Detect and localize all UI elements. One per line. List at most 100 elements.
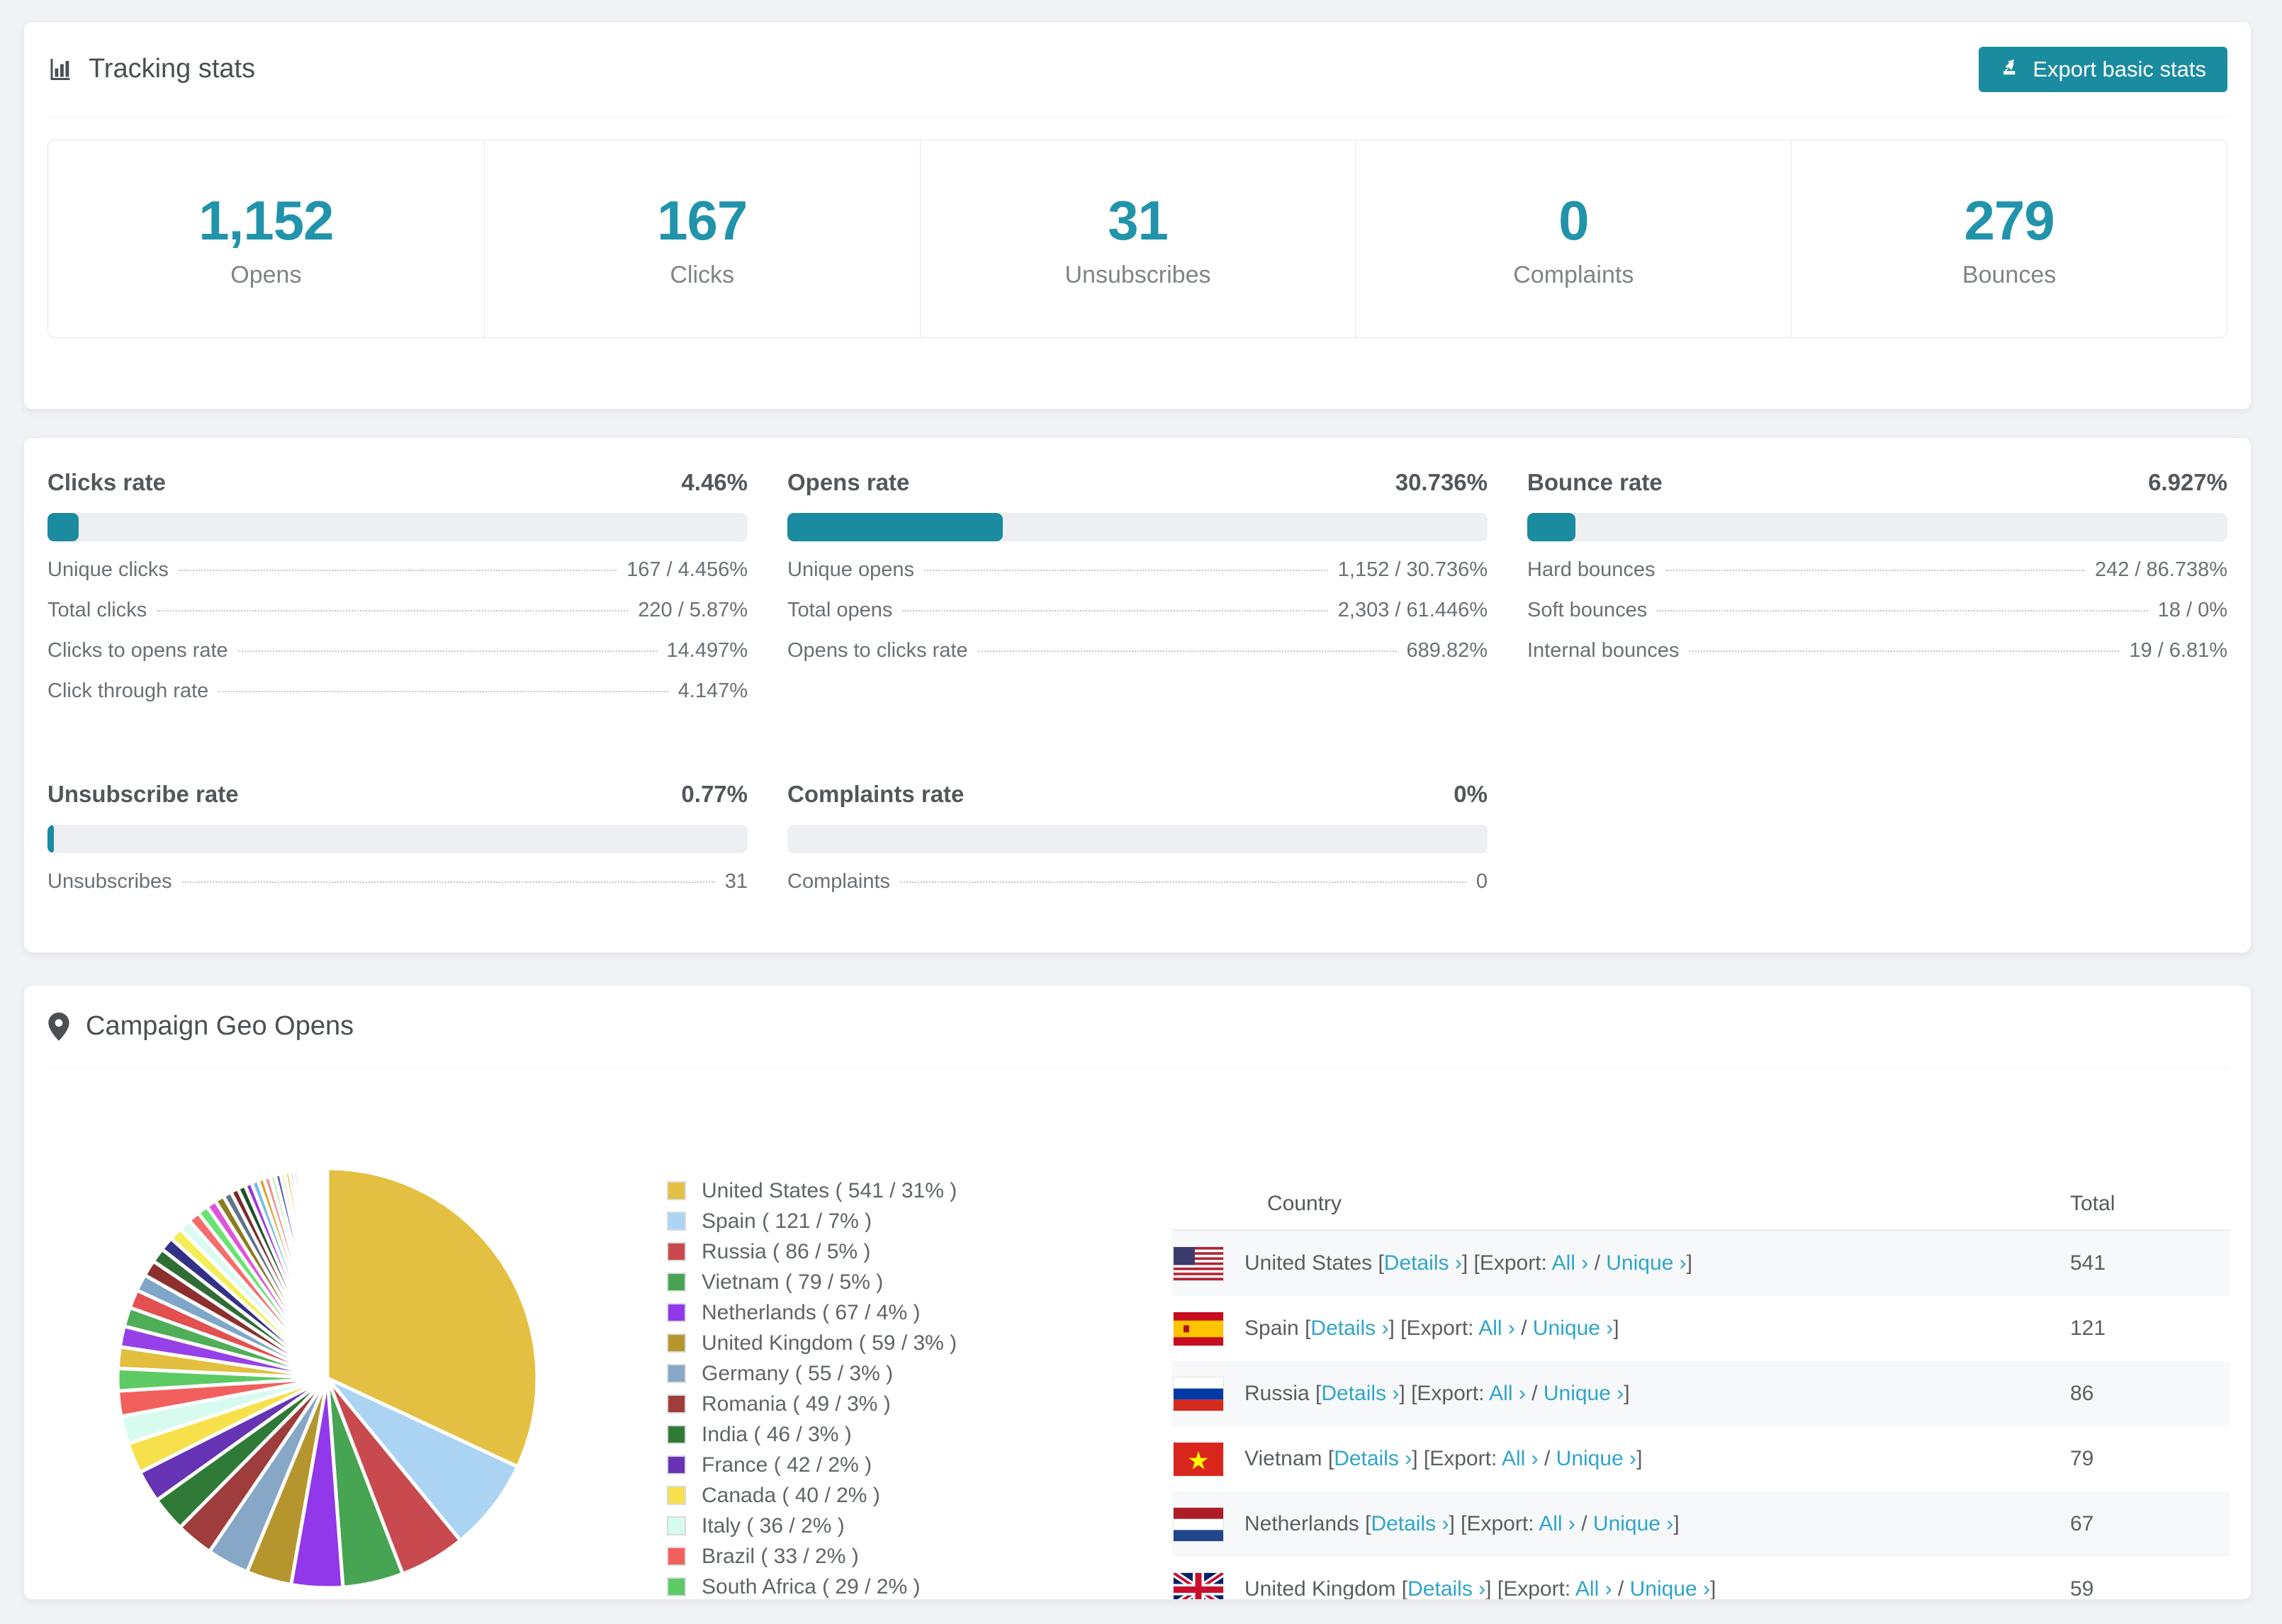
rates-grid: Clicks rate 4.46% Unique clicks 167 / 4.… <box>24 438 2251 910</box>
rate-progress-fill <box>47 513 79 541</box>
country-name: Spain <box>1244 1316 1299 1340</box>
details-link[interactable]: Details › <box>1371 1512 1449 1535</box>
rate-detail-value: 2,303 / 61.446% <box>1337 599 1488 621</box>
export-unique-link[interactable]: Unique › <box>1556 1447 1636 1470</box>
export-unique-link[interactable]: Unique › <box>1544 1382 1624 1405</box>
legend-label: Brazil ( 33 / 2% ) <box>702 1544 859 1568</box>
rate-detail-label: Total clicks <box>47 599 147 621</box>
rate-name: Opens rate <box>787 469 910 495</box>
legend-item: Russia ( 86 / 5% ) <box>667 1236 957 1267</box>
geo-table-row-vn: Vietnam [Details ›] [Export: All › / Uni… <box>1172 1426 2230 1492</box>
export-all-link[interactable]: All › <box>1478 1316 1515 1340</box>
details-link[interactable]: Details › <box>1310 1316 1388 1340</box>
export-all-link[interactable]: All › <box>1502 1447 1539 1470</box>
rate-name: Bounce rate <box>1527 469 1663 495</box>
rate-title-row: Unsubscribe rate 0.77% <box>47 780 748 808</box>
details-link[interactable]: Details › <box>1407 1577 1485 1599</box>
legend-label: South Africa ( 29 / 2% ) <box>702 1574 921 1598</box>
dotted-leader <box>1657 610 2148 611</box>
header-divider <box>47 116 2227 117</box>
details-link[interactable]: Details › <box>1321 1382 1399 1405</box>
summary-strip: 1,152 Opens 167 Clicks 31 Unsubscribes 0 Co… <box>47 140 2227 338</box>
legend-swatch <box>667 1303 686 1322</box>
legend-item: United States ( 541 / 31% ) <box>667 1175 957 1206</box>
geo-row-country-cell: Russia [Details ›] [Export: All › / Uniq… <box>1244 1382 1630 1405</box>
geo-pie-legend: United States ( 541 / 31% ) Spain ( 121 … <box>667 1175 957 1599</box>
geo-row-country-cell: United States [Details ›] [Export: All ›… <box>1244 1251 1692 1275</box>
rate-detail-value: 1,152 / 30.736% <box>1337 558 1488 581</box>
geo-row-total: 67 <box>2070 1512 2094 1535</box>
rate-detail-value: 220 / 5.87% <box>638 599 748 621</box>
rate-percent: 4.46% <box>681 469 748 495</box>
legend-item: Italy ( 36 / 2% ) <box>667 1511 957 1541</box>
export-all-link[interactable]: All › <box>1575 1577 1612 1599</box>
geo-table-row-nl: Netherlands [Details ›] [Export: All › /… <box>1172 1492 2230 1557</box>
geo-row-total: 79 <box>2070 1447 2094 1470</box>
rate-detail-rows: Unique opens 1,152 / 30.736% Total opens… <box>787 558 1488 680</box>
legend-item: France ( 42 / 2% ) <box>667 1450 957 1480</box>
country-name: United States <box>1244 1251 1373 1275</box>
rate-title-row: Clicks rate 4.46% <box>47 468 748 497</box>
map-pin-icon <box>47 1012 70 1041</box>
rate-detail-value: 689.82% <box>1406 639 1488 662</box>
rate-detail-row: Internal bounces 19 / 6.81% <box>1527 639 2227 680</box>
legend-swatch <box>667 1181 686 1200</box>
rate-percent: 0.77% <box>681 781 748 807</box>
export-all-link[interactable]: All › <box>1539 1512 1575 1535</box>
rate-detail-rows: Complaints 0 <box>787 870 1488 910</box>
summary-stat-opens: 1,152 Opens <box>48 140 484 337</box>
summary-value: 31 <box>1108 189 1169 252</box>
rate-detail-row: Unsubscribes 31 <box>47 870 748 910</box>
geo-table-row-es: Spain [Details ›] [Export: All › / Uniqu… <box>1172 1296 2230 1361</box>
geo-row-country-cell: Vietnam [Details ›] [Export: All › / Uni… <box>1244 1447 1643 1470</box>
details-link[interactable]: Details › <box>1384 1251 1462 1275</box>
rate-name: Unsubscribe rate <box>47 781 239 807</box>
export-basic-stats-button[interactable]: Export basic stats <box>1979 46 2227 92</box>
dotted-leader <box>178 570 617 571</box>
rate-block-clicks-rate: Clicks rate 4.46% Unique clicks 167 / 4.… <box>47 468 748 720</box>
export-icon <box>2000 56 2021 83</box>
rate-block-unsubscribe-rate: Unsubscribe rate 0.77% Unsubscribes 31 <box>47 780 748 910</box>
rate-detail-row: Opens to clicks rate 689.82% <box>787 639 1488 680</box>
geo-table-header: Country Total <box>1172 1178 2230 1229</box>
export-unique-link[interactable]: Unique › <box>1533 1316 1613 1340</box>
export-unique-link[interactable]: Unique › <box>1606 1251 1686 1275</box>
dotted-leader <box>923 570 1328 571</box>
legend-swatch <box>667 1577 686 1596</box>
export-prefix: Export: <box>1479 1251 1547 1275</box>
export-prefix: Export: <box>1466 1512 1534 1535</box>
export-unique-link[interactable]: Unique › <box>1593 1512 1673 1535</box>
export-all-link[interactable]: All › <box>1552 1251 1589 1275</box>
geo-table-row-gb: United Kingdom [Details ›] [Export: All … <box>1172 1557 2230 1600</box>
tracking-stats-title-text: Tracking stats <box>89 54 256 84</box>
page: { "theme": { "accent": "#1b8ba0", "numbe… <box>0 0 2282 1624</box>
rates-card: Clicks rate 4.46% Unique clicks 167 / 4.… <box>23 437 2252 953</box>
details-link[interactable]: Details › <box>1334 1447 1412 1470</box>
geo-title-text: Campaign Geo Opens <box>86 1011 354 1041</box>
rate-detail-row: Soft bounces 18 / 0% <box>1527 599 2227 639</box>
summary-stat-complaints: 0 Complaints <box>1355 140 1791 337</box>
export-unique-link[interactable]: Unique › <box>1630 1577 1710 1599</box>
rate-detail-value: 4.147% <box>678 680 748 702</box>
geo-row-country-cell: Netherlands [Details ›] [Export: All › /… <box>1244 1512 1680 1535</box>
rate-detail-label: Clicks to opens rate <box>47 639 228 662</box>
geo-row-total: 86 <box>2070 1382 2094 1405</box>
legend-label: Canada ( 40 / 2% ) <box>702 1483 880 1507</box>
flag-us-icon <box>1174 1246 1223 1280</box>
dotted-leader <box>1665 570 2085 571</box>
country-name: United Kingdom <box>1244 1577 1396 1600</box>
summary-value: 0 <box>1558 189 1589 252</box>
legend-label: Spain ( 121 / 7% ) <box>702 1209 872 1233</box>
geo-row-country-cell: United Kingdom [Details ›] [Export: All … <box>1244 1577 1716 1600</box>
rate-percent: 6.927% <box>2148 469 2227 495</box>
rate-progress-fill <box>1527 513 1576 541</box>
rate-detail-row: Total clicks 220 / 5.87% <box>47 599 748 639</box>
export-all-link[interactable]: All › <box>1489 1382 1526 1405</box>
rate-name: Clicks rate <box>47 469 166 495</box>
summary-stat-bounces: 279 Bounces <box>1791 140 2227 337</box>
legend-swatch <box>667 1486 686 1505</box>
export-prefix: Export: <box>1503 1577 1571 1600</box>
flag-vn-icon <box>1174 1442 1223 1476</box>
rate-percent: 0% <box>1454 781 1488 807</box>
rate-detail-rows: Unsubscribes 31 <box>47 870 748 910</box>
